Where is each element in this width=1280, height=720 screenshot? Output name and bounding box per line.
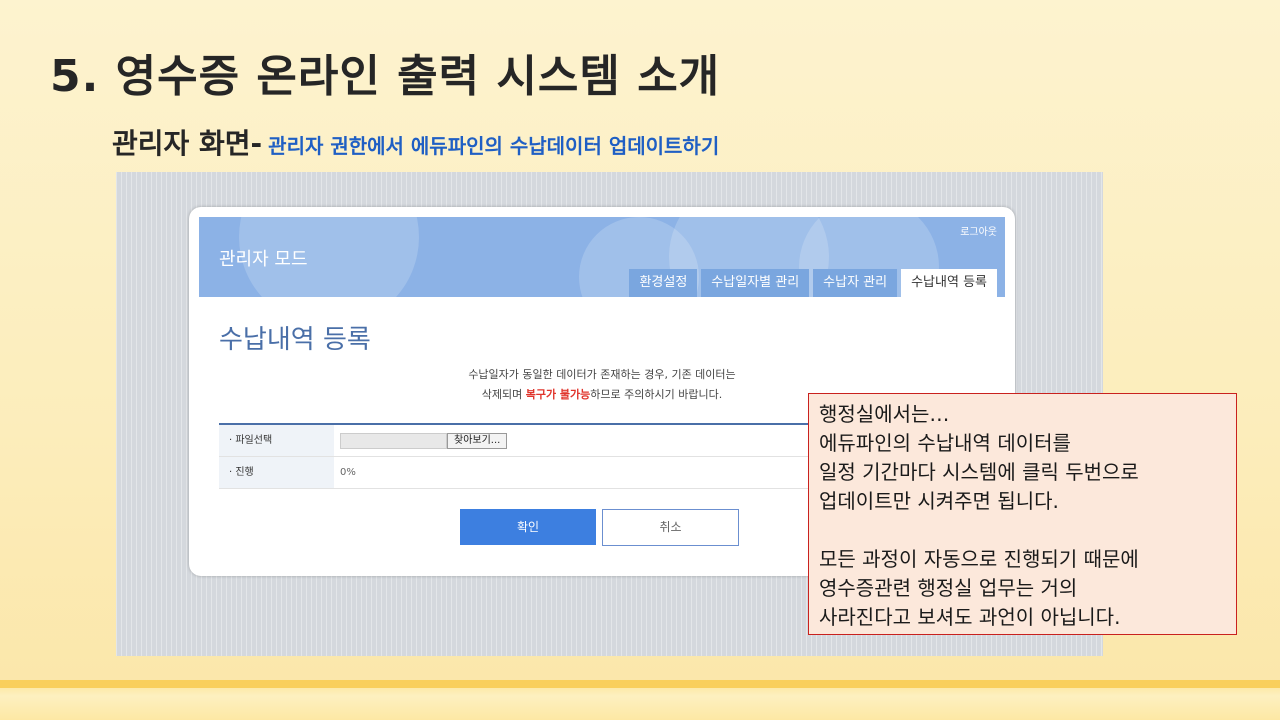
explanation-callout: 행정실에서는… 에듀파인의 수납내역 데이터를 일정 기간마다 시스템에 클릭 … [808,393,1237,635]
tab-settings[interactable]: 환경설정 [629,269,698,297]
logout-link[interactable]: 로그아웃 [960,223,997,238]
notice-line-2-end: 하므로 주의하시기 바랍니다. [590,388,723,401]
callout-line: 영수증관련 행정실 업무는 거의 [819,576,1078,600]
browse-button[interactable]: 찾아보기... [447,432,508,449]
notice-line-2-start: 삭제되며 [481,388,526,401]
progress-label: · 진행 [219,457,334,488]
subtitle-lead: 관리자 화면- [112,127,263,160]
callout-line: 사라진다고 보셔도 과언이 아닙니다. [819,605,1121,629]
callout-line: 행정실에서는… [819,402,950,426]
decorative-bottom-band [0,680,1280,720]
callout-line: 일정 기간마다 시스템에 클릭 두번으로 [819,460,1139,484]
confirm-button[interactable]: 확인 [460,509,596,545]
file-path-field[interactable] [340,432,447,449]
file-select-label: · 파일선택 [219,425,334,456]
notice-warning-highlight: 복구가 불가능 [525,388,591,401]
callout-line: 모든 과정이 자동으로 진행되기 때문에 [819,547,1139,571]
callout-line [819,516,1226,545]
subtitle-description: 관리자 권한에서 에듀파인의 수납데이터 업데이트하기 [268,134,720,158]
tab-payers[interactable]: 수납자 관리 [813,269,898,297]
tab-daily-payments[interactable]: 수납일자별 관리 [701,269,810,297]
admin-banner: 로그아웃 관리자 모드 환경설정 수납일자별 관리 수납자 관리 수납내역 등록 [199,217,1005,297]
admin-tabs: 환경설정 수납일자별 관리 수납자 관리 수납내역 등록 [629,269,997,297]
callout-line: 에듀파인의 수납내역 데이터를 [819,431,1071,455]
slide-title: 5. 영수증 온라인 출력 시스템 소개 [50,51,721,102]
slide-subtitle: 관리자 화면- 관리자 권한에서 에듀파인의 수납데이터 업데이트하기 [112,122,719,162]
cancel-button[interactable]: 취소 [602,509,739,546]
tab-payment-register[interactable]: 수납내역 등록 [901,269,997,297]
notice-line-1: 수납일자가 동일한 데이터가 존재하는 경우, 기존 데이터는 [468,368,736,381]
callout-line: 업데이트만 시켜주면 됩니다. [819,489,1059,513]
admin-mode-title: 관리자 모드 [219,249,308,270]
page-heading: 수납내역 등록 [219,325,371,355]
